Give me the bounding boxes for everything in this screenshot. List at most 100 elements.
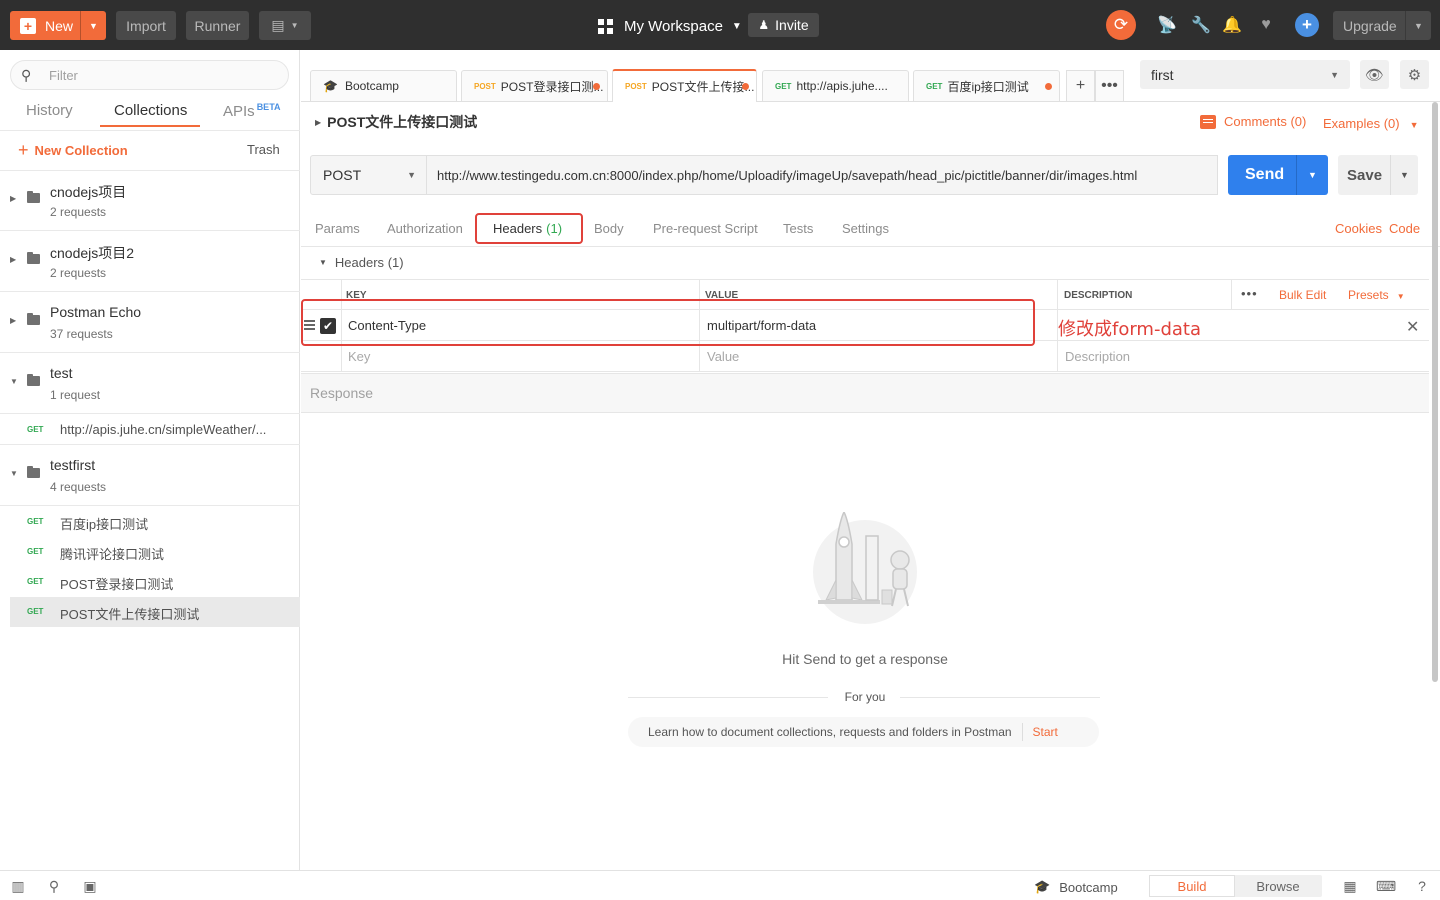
filter-input[interactable]: [49, 67, 269, 83]
astronaut-illustration: [813, 512, 917, 624]
two-pane-view-icon[interactable]: ▦: [1341, 878, 1359, 894]
chevron-down-icon[interactable]: ▼: [10, 377, 18, 386]
tab-prerequest-script[interactable]: Pre-request Script: [653, 221, 758, 236]
request-item[interactable]: GET 百度ip接口测试: [0, 507, 300, 537]
tab-bootcamp[interactable]: 🎓 Bootcamp: [310, 70, 457, 101]
close-icon[interactable]: ✕: [1406, 317, 1419, 337]
collection-item[interactable]: ▼ testfirst 4 requests: [0, 445, 300, 506]
add-tab-button[interactable]: +: [1066, 70, 1095, 101]
request-title-text: POST文件上传接口测试: [327, 114, 478, 130]
tab-apis[interactable]: APIs BETA: [223, 102, 281, 120]
tab-body[interactable]: Body: [594, 221, 624, 236]
tab-tests[interactable]: Tests: [783, 221, 813, 236]
tab-settings[interactable]: Settings: [842, 221, 889, 236]
chevron-down-icon[interactable]: ▼: [1405, 11, 1431, 40]
tab-request-active[interactable]: POST POST文件上传接...: [612, 69, 757, 102]
divider: [1021, 723, 1023, 741]
satellite-icon[interactable]: 📡: [1156, 14, 1178, 36]
tab-request[interactable]: POST POST登录接口测...: [461, 70, 608, 101]
keyboard-shortcuts-icon[interactable]: ⌨: [1376, 878, 1396, 894]
chevron-right-icon[interactable]: ▶: [10, 194, 16, 203]
collection-count: 37 requests: [50, 327, 113, 341]
comments-button[interactable]: Comments (0): [1200, 114, 1306, 129]
collection-item[interactable]: ▶ cnodejs项目 2 requests: [0, 170, 300, 231]
tab-authorization[interactable]: Authorization: [387, 221, 463, 236]
bell-icon[interactable]: 🔔: [1221, 14, 1243, 36]
search-icon: ⚲: [21, 66, 32, 83]
save-dropdown-caret[interactable]: ▼: [1390, 155, 1418, 195]
cookies-link[interactable]: Cookies: [1335, 221, 1382, 236]
plus-circle-icon[interactable]: +: [1295, 13, 1319, 37]
url-input[interactable]: [437, 167, 1217, 183]
chevron-down-icon: ▼: [290, 21, 299, 30]
new-dropdown-caret[interactable]: ▼: [80, 11, 106, 40]
send-label: Send: [1245, 166, 1285, 183]
tab-history[interactable]: History: [26, 102, 73, 119]
request-item-selected[interactable]: GET POST文件上传接口测试: [10, 597, 300, 627]
presets-dropdown[interactable]: Presets ▼: [1348, 288, 1405, 302]
graduation-cap-icon: 🎓: [323, 79, 338, 93]
send-dropdown-caret[interactable]: ▼: [1296, 155, 1328, 195]
examples-button[interactable]: Examples (0) ▼: [1323, 116, 1419, 131]
tab-label: http://apis.juhe....: [796, 79, 888, 93]
chevron-down-icon[interactable]: ▼: [10, 469, 18, 478]
key-placeholder[interactable]: Key: [348, 349, 370, 364]
request-item[interactable]: GET 腾讯评论接口测试: [0, 537, 300, 567]
invite-button[interactable]: ♟ Invite: [748, 13, 819, 37]
collection-item[interactable]: ▼ test 1 request: [0, 353, 300, 414]
collection-name: testfirst: [50, 457, 96, 473]
divider: [0, 130, 300, 131]
filter-box[interactable]: ⚲: [10, 60, 289, 90]
bootcamp-button[interactable]: 🎓 Bootcamp: [1034, 879, 1118, 895]
scrollbar[interactable]: [1432, 102, 1438, 682]
tab-params[interactable]: Params: [315, 221, 360, 236]
window-plus-icon: ▤: [271, 17, 285, 33]
tab-request[interactable]: GET 百度ip接口测试: [913, 70, 1060, 101]
bulk-edit-link[interactable]: Bulk Edit: [1279, 288, 1326, 302]
request-title[interactable]: ▶ POST文件上传接口测试: [315, 112, 477, 132]
collection-item[interactable]: ▶ Postman Echo 37 requests: [0, 292, 300, 353]
help-icon[interactable]: ?: [1413, 878, 1431, 894]
value-placeholder[interactable]: Value: [707, 349, 739, 364]
new-button[interactable]: + New ▼: [10, 11, 106, 40]
request-name: 百度ip接口测试: [60, 517, 149, 532]
build-button[interactable]: Build: [1149, 875, 1235, 897]
header-row-highlight: [301, 299, 1035, 346]
chevron-right-icon[interactable]: ▶: [10, 255, 16, 264]
trash-button[interactable]: Trash: [247, 142, 280, 157]
console-icon[interactable]: ▣: [81, 878, 99, 894]
eye-icon[interactable]: 👁: [1360, 60, 1389, 89]
collection-item[interactable]: ▶ cnodejs项目2 2 requests: [0, 231, 300, 292]
tab-options-button[interactable]: •••: [1095, 70, 1124, 101]
start-link[interactable]: Start: [1033, 725, 1058, 739]
sync-icon[interactable]: ⟳: [1106, 10, 1136, 40]
request-item[interactable]: GET http://apis.juhe.cn/simpleWeather/..…: [0, 415, 300, 445]
request-item[interactable]: GET POST登录接口测试: [0, 567, 300, 597]
environment-selector[interactable]: first ▼: [1140, 60, 1350, 89]
toggle-sidebar-icon[interactable]: ▥: [9, 878, 27, 894]
tab-request[interactable]: GET http://apis.juhe....: [762, 70, 909, 101]
chevron-right-icon[interactable]: ▶: [10, 316, 16, 325]
import-button[interactable]: Import: [116, 11, 176, 40]
settings-wrench-icon[interactable]: 🔧: [1190, 14, 1212, 36]
tab-collections[interactable]: Collections: [114, 102, 187, 119]
new-collection-button[interactable]: + New Collection: [18, 140, 128, 161]
browse-button[interactable]: Browse: [1235, 875, 1321, 897]
code-link[interactable]: Code: [1389, 221, 1420, 236]
runner-button[interactable]: Runner: [186, 11, 249, 40]
method-select[interactable]: POST ▼: [310, 155, 427, 195]
headers-section-toggle[interactable]: ▼ Headers (1): [319, 255, 404, 270]
workspace-selector[interactable]: My Workspace ▼: [598, 14, 742, 38]
gear-icon[interactable]: ⚙: [1400, 60, 1429, 89]
save-button[interactable]: Save ▼: [1338, 155, 1418, 195]
more-icon[interactable]: •••: [1241, 286, 1258, 301]
description-placeholder[interactable]: Description: [1065, 349, 1130, 364]
find-replace-icon[interactable]: ⚲: [45, 878, 63, 894]
folder-icon: [27, 313, 40, 325]
send-button[interactable]: Send ▼: [1228, 155, 1328, 195]
upgrade-button[interactable]: Upgrade ▼: [1333, 11, 1431, 40]
heart-icon[interactable]: ♥: [1255, 14, 1277, 36]
new-window-button[interactable]: ▤ ▼: [259, 11, 311, 40]
collection-count: 4 requests: [50, 480, 107, 494]
request-method: GET: [27, 577, 44, 586]
